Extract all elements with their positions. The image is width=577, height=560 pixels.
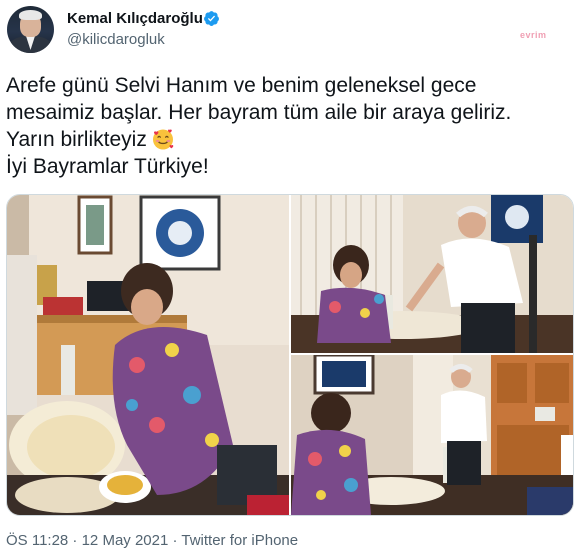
photo-couple-table[interactable] <box>291 195 573 353</box>
tweet-line-3: Yarın birlikteyiz <box>6 126 571 153</box>
photo-3-image <box>291 355 573 515</box>
avatar[interactable] <box>7 6 54 53</box>
photo-kitchen-wide[interactable] <box>291 355 573 515</box>
photo-2-image <box>291 195 573 353</box>
photo-woman-pastry[interactable] <box>7 195 289 515</box>
photo-1-image <box>7 195 289 515</box>
author-name[interactable]: Kemal Kılıçdaroğlu <box>67 10 203 27</box>
tweet-line-3-text: Yarın birlikteyiz <box>6 128 147 151</box>
tweet-timestamp[interactable]: ÖS 11:28 · 12 May 2021 · Twitter for iPh… <box>6 532 298 549</box>
media-grid <box>6 194 574 516</box>
tweet-line-1: Arefe günü Selvi Hanım ve benim geleneks… <box>6 74 477 97</box>
tweet-line-2: mesaimiz başlar. Her bayram tüm aile bir… <box>6 101 512 124</box>
verified-badge-icon <box>204 11 219 26</box>
tweet-line-4: İyi Bayramlar Türkiye! <box>6 155 209 178</box>
author-handle[interactable]: @kilicdarogluk <box>67 31 165 48</box>
watermark: evrim <box>520 30 547 40</box>
tweet-text: Arefe günü Selvi Hanım ve benim geleneks… <box>6 72 571 180</box>
smiling-face-with-hearts-icon <box>152 129 174 150</box>
avatar-hair <box>19 10 42 20</box>
